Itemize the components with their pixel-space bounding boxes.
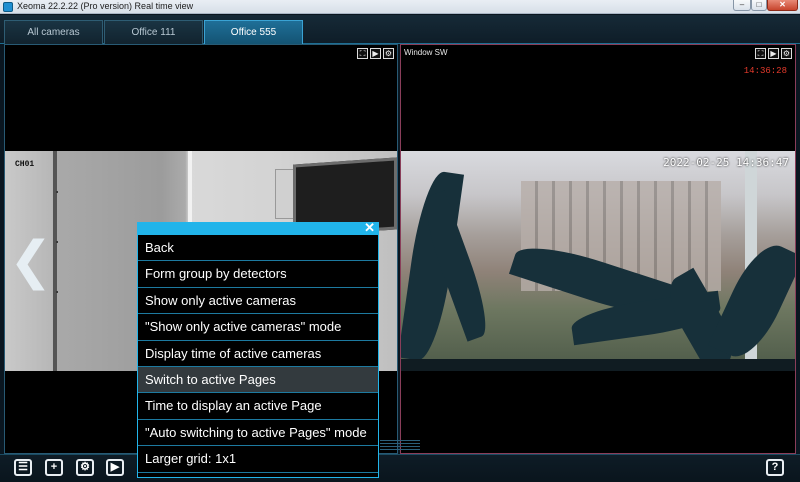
context-menu: ✕ Back Form group by detectors Show only… bbox=[137, 221, 379, 478]
bottom-toolbar: ☰ + ⚙ ▶ ? bbox=[0, 454, 800, 482]
window-title: Xeoma 22.2.22 (Pro version) Real time vi… bbox=[17, 1, 194, 11]
menu-item-form-group-by-detectors[interactable]: Form group by detectors bbox=[138, 261, 378, 288]
hinge-dot bbox=[56, 241, 58, 243]
menu-item-time-to-display-active-page[interactable]: Time to display an active Page bbox=[138, 393, 378, 420]
tab-all-cameras[interactable]: All cameras bbox=[4, 20, 103, 45]
tab-bar: All cameras Office 111 Office 555 bbox=[0, 15, 800, 45]
app-icon bbox=[3, 2, 13, 12]
tab-office-555[interactable]: Office 555 bbox=[204, 20, 303, 45]
resize-grip[interactable] bbox=[380, 440, 420, 452]
close-icon[interactable]: ✕ bbox=[364, 221, 375, 235]
menu-item-show-only-active-cameras-mode[interactable]: "Show only active cameras" mode bbox=[138, 314, 378, 341]
menu-item-auto-switching-mode[interactable]: "Auto switching to active Pages" mode bbox=[138, 419, 378, 447]
play-icon[interactable]: ▶ bbox=[768, 48, 779, 59]
play-icon[interactable]: ▶ bbox=[370, 48, 381, 59]
camera-controls: ⛶ ▶ ⚙ bbox=[755, 48, 792, 59]
menu-item-back[interactable]: Back bbox=[138, 235, 378, 262]
title-bar: Xeoma 22.2.22 (Pro version) Real time vi… bbox=[0, 0, 800, 14]
menu-header: ✕ bbox=[138, 221, 378, 235]
window-sill bbox=[401, 359, 795, 371]
menu-list: Back Form group by detectors Show only a… bbox=[138, 235, 378, 473]
video-timestamp: 2022-02-25 14:36:47 bbox=[663, 156, 789, 169]
tab-office-111[interactable]: Office 111 bbox=[104, 20, 203, 45]
hinge-dot bbox=[56, 291, 58, 293]
menu-item-display-time-of-active-cameras[interactable]: Display time of active cameras bbox=[138, 340, 378, 367]
previous-page-arrow-icon[interactable]: ❮ bbox=[9, 235, 53, 291]
menu-item-show-only-active-cameras[interactable]: Show only active cameras bbox=[138, 287, 378, 315]
minimize-button[interactable]: – bbox=[733, 0, 751, 11]
gear-icon[interactable]: ⚙ bbox=[383, 48, 394, 59]
channel-label: CH01 bbox=[15, 160, 35, 169]
camera-feed-image: 2022-02-25 14:36:47 bbox=[401, 151, 795, 371]
gear-icon[interactable]: ⚙ bbox=[781, 48, 792, 59]
menu-item-switch-to-active-pages[interactable]: Switch to active Pages bbox=[138, 366, 378, 394]
camera-controls: ⛶ ▶ ⚙ bbox=[357, 48, 394, 59]
settings-icon[interactable]: ⚙ bbox=[76, 459, 94, 476]
help-icon[interactable]: ? bbox=[766, 459, 784, 476]
hinge-dot bbox=[56, 191, 58, 193]
fullscreen-icon[interactable]: ⛶ bbox=[755, 48, 766, 59]
camera-clock: 14:36:28 bbox=[743, 66, 787, 76]
fullscreen-icon[interactable]: ⛶ bbox=[357, 48, 368, 59]
add-camera-icon[interactable]: + bbox=[45, 459, 63, 476]
xeoma-window: Xeoma 22.2.22 (Pro version) Real time vi… bbox=[0, 0, 800, 482]
close-window-button[interactable]: ✕ bbox=[767, 0, 798, 11]
menu-item-larger-grid[interactable]: Larger grid: 1x1 bbox=[138, 446, 378, 473]
camera-view-right[interactable]: Window SW ⛶ ▶ ⚙ 14:36:28 2022-02-25 14:3… bbox=[400, 44, 796, 454]
list-icon[interactable]: ☰ bbox=[14, 459, 32, 476]
door-edge bbox=[53, 151, 57, 371]
maximize-button[interactable]: □ bbox=[751, 0, 767, 11]
camera-name: Window SW bbox=[404, 48, 448, 57]
play-icon[interactable]: ▶ bbox=[106, 459, 124, 476]
